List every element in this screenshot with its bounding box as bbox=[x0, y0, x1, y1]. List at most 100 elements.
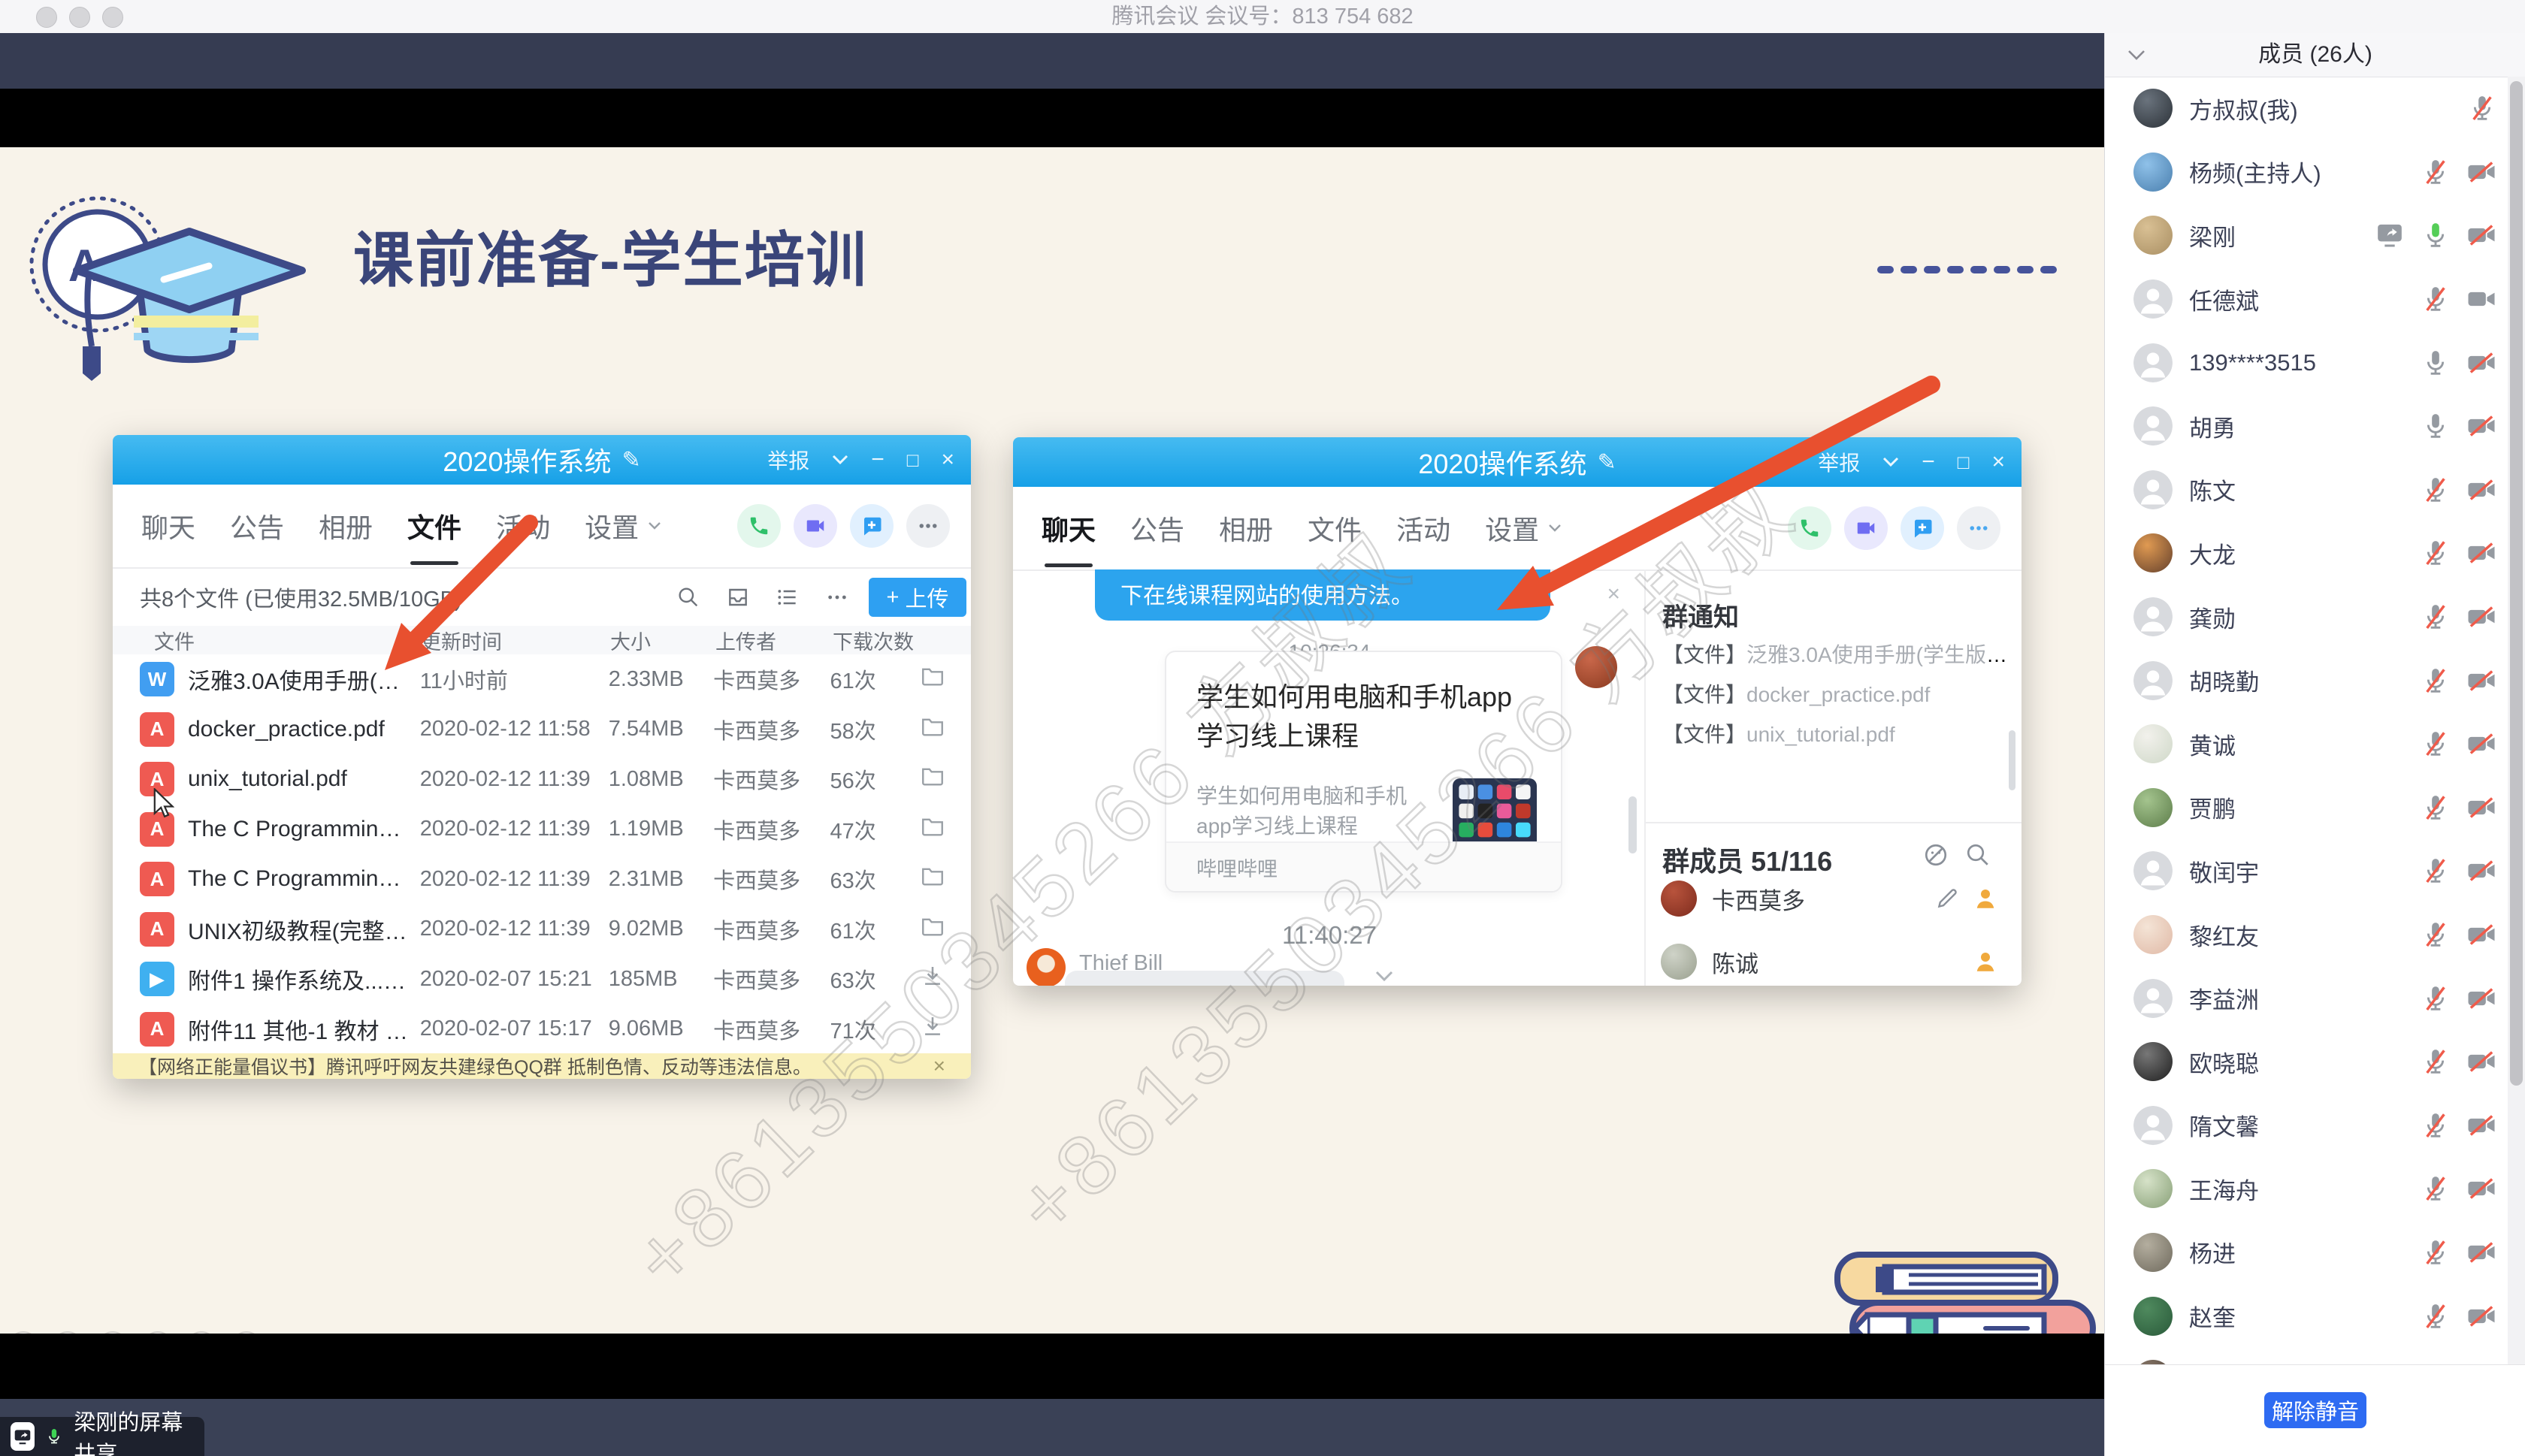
open-folder-icon[interactable] bbox=[920, 663, 945, 689]
more-icon[interactable] bbox=[1957, 506, 2000, 550]
member-row[interactable]: 王海舟 bbox=[2105, 1157, 2508, 1221]
camera-off-icon[interactable] bbox=[2466, 729, 2497, 759]
file-action[interactable] bbox=[920, 763, 945, 795]
camera-off-icon[interactable] bbox=[2466, 538, 2497, 568]
member-row[interactable]: 杨进 bbox=[2105, 1221, 2508, 1285]
mic-on-icon[interactable] bbox=[2421, 348, 2451, 378]
file-action[interactable] bbox=[920, 914, 945, 945]
report-button[interactable]: 举报 bbox=[767, 445, 809, 475]
tab-活动[interactable]: 活动 bbox=[1396, 509, 1450, 548]
member-scrollbar[interactable] bbox=[2508, 77, 2525, 1365]
camera-off-icon[interactable] bbox=[2466, 1237, 2497, 1267]
chevron-down-icon[interactable] bbox=[832, 455, 848, 465]
camera-off-icon[interactable] bbox=[2466, 983, 2497, 1013]
member-row[interactable]: 贾鹏 bbox=[2105, 776, 2508, 840]
file-action[interactable] bbox=[920, 714, 945, 745]
member-row[interactable]: 赵奎 bbox=[2105, 1284, 2508, 1348]
chevron-down-icon[interactable] bbox=[1375, 971, 1393, 983]
tab-设置[interactable]: 设置 bbox=[585, 506, 661, 545]
file-row[interactable]: Aunix_tutorial.pdf2020-02-12 11:391.08MB… bbox=[113, 754, 971, 805]
sender-avatar[interactable] bbox=[1027, 948, 1066, 986]
camera-off-icon[interactable] bbox=[2466, 666, 2497, 696]
file-row[interactable]: Adocker_practice.pdf2020-02-12 11:587.54… bbox=[113, 705, 971, 755]
tab-公告[interactable]: 公告 bbox=[1130, 509, 1184, 548]
new-chat-icon[interactable] bbox=[850, 504, 894, 548]
tab-相册[interactable]: 相册 bbox=[319, 506, 373, 545]
mic-muted-icon[interactable] bbox=[2421, 793, 2451, 823]
maximize-button[interactable]: □ bbox=[907, 449, 919, 472]
tab-活动[interactable]: 活动 bbox=[496, 506, 550, 545]
mic-muted-icon[interactable] bbox=[2421, 538, 2451, 568]
maximize-button[interactable]: □ bbox=[1958, 451, 1970, 474]
unmute-button[interactable]: 解除静音 bbox=[2264, 1392, 2366, 1428]
shared-link-card[interactable]: 学生如何用电脑和手机app学习线上课程 学生如何用电脑和手机app学习线上课程 bbox=[1165, 651, 1562, 893]
mic-muted-icon[interactable] bbox=[2421, 729, 2451, 759]
chat-scrollbar[interactable] bbox=[1628, 796, 1637, 853]
open-folder-icon[interactable] bbox=[920, 763, 945, 789]
camera-off-icon[interactable] bbox=[2466, 1110, 2497, 1140]
tab-设置[interactable]: 设置 bbox=[1485, 509, 1562, 548]
camera-off-icon[interactable] bbox=[2466, 157, 2497, 187]
camera-off-icon[interactable] bbox=[2466, 1047, 2497, 1077]
close-button[interactable]: × bbox=[941, 447, 954, 473]
close-notice-icon[interactable]: × bbox=[933, 1054, 945, 1078]
open-folder-icon[interactable] bbox=[920, 814, 945, 839]
open-folder-icon[interactable] bbox=[920, 863, 945, 889]
more-icon[interactable] bbox=[906, 504, 950, 548]
file-action[interactable] bbox=[920, 863, 945, 895]
mic-muted-icon[interactable] bbox=[2421, 157, 2451, 187]
member-row[interactable] bbox=[2105, 1348, 2508, 1365]
group-notice-file[interactable]: 【文件】泛雅3.0A使用手册(学生版)101... bbox=[1662, 639, 2008, 669]
qq-left-titlebar[interactable]: 2020操作系统✎ 举报 − □ × bbox=[113, 435, 971, 485]
mic-muted-icon[interactable] bbox=[2421, 284, 2451, 314]
member-row[interactable]: 梁刚 bbox=[2105, 204, 2508, 267]
chevron-down-icon[interactable] bbox=[1882, 457, 1899, 467]
group-member-row[interactable]: 卡西莫多 bbox=[1661, 881, 1999, 917]
member-row[interactable]: 隋文馨 bbox=[2105, 1094, 2508, 1158]
upload-button[interactable]: + 上传 bbox=[869, 578, 966, 617]
search-member-icon[interactable] bbox=[1964, 841, 1991, 868]
file-row[interactable]: AThe C Programming Langu...2020-02-12 11… bbox=[113, 854, 971, 905]
file-row[interactable]: ▶附件1 操作系统及...临时2020-02-07 15:21185MB卡西莫多… bbox=[113, 954, 971, 1004]
screen-share-banner[interactable]: 梁刚的屏幕共享 bbox=[0, 1417, 204, 1456]
file-action[interactable] bbox=[920, 814, 945, 845]
member-row[interactable]: 黄诚 bbox=[2105, 712, 2508, 776]
mic-muted-icon[interactable] bbox=[2421, 602, 2451, 632]
file-row[interactable]: AThe C Programming Langu...2020-02-12 11… bbox=[113, 805, 971, 855]
mic-muted-icon[interactable] bbox=[2421, 1110, 2451, 1140]
more-actions-icon[interactable] bbox=[825, 585, 849, 609]
member-row[interactable]: 任德斌 bbox=[2105, 267, 2508, 331]
sharing-screen-icon[interactable] bbox=[2374, 220, 2406, 250]
download-icon[interactable] bbox=[920, 1013, 945, 1039]
camera-off-icon[interactable] bbox=[2466, 411, 2497, 441]
edit-card-icon[interactable] bbox=[1934, 886, 1960, 911]
mic-active-icon[interactable] bbox=[2421, 220, 2451, 250]
camera-off-icon[interactable] bbox=[2466, 793, 2497, 823]
member-row[interactable]: 139****3515 bbox=[2105, 331, 2508, 394]
member-row[interactable]: 黎红友 bbox=[2105, 903, 2508, 967]
search-icon[interactable] bbox=[676, 585, 700, 609]
mic-on-icon[interactable] bbox=[2421, 411, 2451, 441]
file-action[interactable] bbox=[920, 663, 945, 695]
mic-muted-icon[interactable] bbox=[2421, 666, 2451, 696]
member-row[interactable]: 龚勋 bbox=[2105, 585, 2508, 649]
file-action[interactable] bbox=[920, 1013, 945, 1045]
member-row[interactable]: 欧晓聪 bbox=[2105, 1030, 2508, 1094]
list-view-icon[interactable] bbox=[776, 585, 800, 609]
tab-文件[interactable]: 文件 bbox=[1308, 509, 1362, 548]
video-call-icon[interactable] bbox=[1844, 506, 1888, 550]
inbox-icon[interactable] bbox=[726, 585, 750, 609]
member-row[interactable]: 陈文 bbox=[2105, 458, 2508, 522]
qq-right-titlebar[interactable]: 2020操作系统✎ 举报 − □ × bbox=[1013, 437, 2022, 487]
voice-call-icon[interactable] bbox=[737, 504, 781, 548]
member-row[interactable]: 李益洲 bbox=[2105, 966, 2508, 1030]
group-notice-file[interactable]: 【文件】docker_practice.pdf bbox=[1662, 678, 2008, 708]
file-row[interactable]: A附件11 其他-1 教材 课程使...2020-02-07 15:179.06… bbox=[113, 1004, 971, 1055]
mic-muted-icon[interactable] bbox=[2421, 1301, 2451, 1331]
tab-聊天[interactable]: 聊天 bbox=[1042, 509, 1096, 548]
mic-muted-icon[interactable] bbox=[2421, 1237, 2451, 1267]
download-icon[interactable] bbox=[920, 963, 945, 989]
tab-文件[interactable]: 文件 bbox=[407, 506, 461, 545]
close-button[interactable]: × bbox=[1991, 449, 2005, 475]
open-folder-icon[interactable] bbox=[920, 714, 945, 739]
